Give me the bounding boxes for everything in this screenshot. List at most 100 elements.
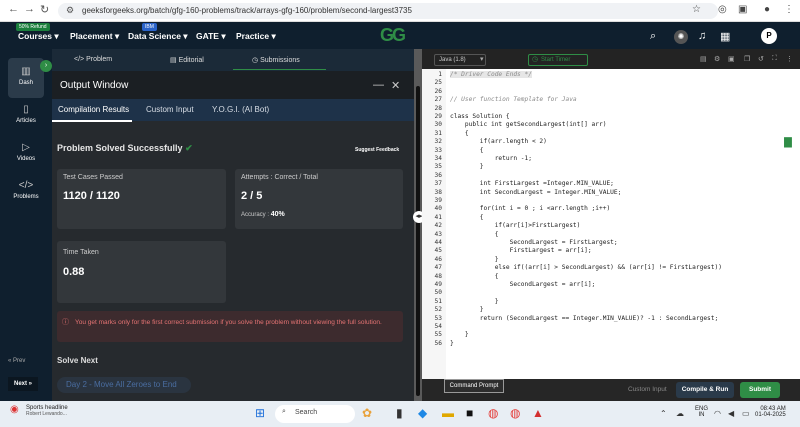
line-number: 54 (434, 323, 442, 330)
tray-overflow-icon[interactable]: ⌃ (660, 409, 667, 418)
terminal-icon[interactable]: ■ (466, 406, 473, 420)
code-line: } (450, 339, 454, 347)
notification-bell-icon[interactable]: ♫ (698, 30, 706, 42)
line-number: 48 (434, 272, 442, 280)
gfg-logo[interactable]: GG (380, 25, 406, 46)
compile-run-button[interactable]: Compile & Run (676, 382, 734, 398)
volume-icon[interactable]: ◀ (728, 409, 734, 418)
code-line: public int getSecondLargest(int[] arr) (450, 121, 607, 129)
windows-start-icon[interactable]: ⊞ (255, 406, 265, 420)
system-clock[interactable]: 08:43 AM 01-04-2025 (755, 406, 786, 418)
lang-region: IN (698, 412, 705, 418)
copy-icon[interactable]: ❐ (744, 55, 750, 63)
tab-compilation-results[interactable]: Compilation Results (58, 105, 129, 114)
tab-submissions[interactable]: ◷ Submissions (252, 56, 300, 64)
clock-icon: ◷ (252, 57, 261, 64)
reset-icon[interactable]: ↺ (758, 55, 764, 63)
chat-icon[interactable]: ▇ (776, 132, 800, 154)
task-view-icon[interactable]: ▮ (396, 406, 403, 420)
file-explorer-icon[interactable]: ▬ (442, 406, 454, 420)
news-subtitle: Robert Lewando... (26, 411, 67, 417)
test-cases-value: 1120 / 1120 (63, 190, 120, 202)
code-line: return -1; (450, 155, 532, 162)
back-icon[interactable]: ← (8, 3, 19, 15)
tab-problem[interactable]: </> Problem (74, 56, 112, 63)
layout-icon[interactable]: ▣ (728, 55, 735, 63)
editorial-icon: ▤ (170, 57, 179, 64)
submit-button[interactable]: Submit (740, 382, 780, 398)
address-bar[interactable]: ⚙ geeksforgeeks.org/batch/gfg-160-proble… (58, 3, 718, 19)
file-icon[interactable]: ▤ (700, 55, 707, 63)
expand-arrow-icon[interactable]: › (40, 60, 52, 72)
nav-data-science[interactable]: Data Science ▾ (128, 31, 188, 42)
line-number: 30 (434, 121, 442, 129)
news-widget-icon[interactable]: ◉ (10, 404, 19, 415)
url-text: geeksforgeeks.org/batch/gfg-160-problems… (82, 6, 412, 15)
more-icon[interactable]: ⋮ (786, 55, 793, 63)
menu-icon[interactable]: ⋮ (784, 4, 794, 15)
news-widget[interactable]: Sports headline Robert Lewando... (26, 405, 68, 417)
reload-icon[interactable]: ↻ (40, 3, 49, 16)
settings-icon[interactable]: ⚙ (714, 55, 720, 63)
line-number: 34 (434, 155, 442, 162)
nav-gate[interactable]: GATE ▾ (196, 31, 226, 42)
pdf-reader-icon[interactable]: ▲ (532, 406, 544, 420)
line-number: 46 (434, 255, 442, 263)
taskbar-search[interactable]: ⌕ Search (275, 405, 355, 423)
cloud-icon[interactable]: ☁ (676, 409, 684, 418)
language-select[interactable]: Java (1.8) (434, 54, 486, 66)
custom-input-toggle[interactable]: Custom Input (628, 386, 667, 393)
line-number: 53 (434, 314, 442, 322)
language-indicator[interactable]: ENG IN (695, 406, 708, 418)
bookmark-star-icon[interactable]: ☆ (692, 4, 701, 15)
code-line: int FirstLargest =Integer.MIN_VALUE; (450, 180, 614, 188)
code-line: { (450, 213, 484, 221)
rail-label-articles: Articles (16, 118, 36, 124)
nav-practice[interactable]: Practice ▾ (236, 31, 276, 42)
widget-flowers-icon[interactable]: ✿ (362, 406, 372, 420)
line-gutter: 1 25 26 27 28 29 30 31 32 33 34 35 36 37 38 39 40 41 42 43 4… (422, 69, 446, 379)
rail-item-problems[interactable]: </> Problems (4, 180, 48, 200)
tab-custom-input[interactable]: Custom Input (146, 105, 194, 114)
browser-toolbar: ← → ↻ ⚙ geeksforgeeks.org/batch/gfg-160-… (0, 0, 800, 22)
tab-editorial-label: Editorial (178, 57, 204, 64)
camera-icon[interactable]: ◎ (718, 4, 727, 15)
warning-banner: ⓘ You get marks only for the first corre… (57, 311, 403, 342)
tab-editorial[interactable]: ▤ Editorial (170, 56, 204, 64)
code-line: } (450, 297, 499, 305)
line-number: 43 (434, 230, 442, 238)
suggest-feedback-link[interactable]: Suggest Feedback (355, 147, 399, 153)
close-icon[interactable]: ✕ (391, 79, 400, 92)
site-info-icon[interactable]: ⚙ (66, 5, 74, 16)
battery-icon[interactable]: ▭ (742, 409, 750, 418)
video-icon: ▷ (22, 142, 30, 153)
nav-placement[interactable]: Placement ▾ (70, 31, 119, 42)
extensions-icon[interactable]: ▣ (738, 4, 747, 15)
vscode-icon[interactable]: ◆ (418, 406, 427, 420)
rail-item-articles[interactable]: ▯ Articles (4, 104, 48, 124)
next-button[interactable]: Next » (8, 377, 38, 391)
fullscreen-icon[interactable]: ⛶ (772, 55, 777, 63)
minimize-icon[interactable]: — (373, 79, 384, 91)
search-icon[interactable]: ⌕ (650, 30, 656, 43)
apps-icon[interactable]: ▦ (720, 30, 730, 43)
chrome-profile-icon[interactable]: ◍ (510, 406, 520, 420)
forward-icon[interactable]: → (24, 3, 35, 15)
chrome-icon[interactable]: ◍ (488, 406, 498, 420)
line-number: 31 (434, 129, 442, 137)
code-editor[interactable]: 1 25 26 27 28 29 30 31 32 33 34 35 36 37 38 39 40 41 42 43 4… (422, 69, 800, 379)
output-scrollbar[interactable] (416, 86, 420, 396)
code-line: } (450, 163, 484, 171)
tab-yogi-ai-bot[interactable]: Y.O.G.I. (AI Bot) (212, 105, 269, 114)
problem-tabs: </> Problem ▤ Editorial ◷ Submissions (52, 49, 414, 71)
taskbar-search-label: Search (295, 409, 318, 416)
next-problem-button[interactable]: Day 2 - Move All Zeroes to End (57, 377, 191, 393)
line-number: 50 (434, 289, 442, 297)
nav-courses[interactable]: Courses ▾ (18, 31, 59, 42)
prev-button[interactable]: « Prev (8, 358, 25, 364)
profile-icon[interactable]: ● (764, 4, 770, 15)
avatar[interactable]: P (761, 28, 777, 44)
wifi-icon[interactable]: ◠ (714, 409, 721, 418)
rail-item-videos[interactable]: ▷ Videos (4, 142, 48, 162)
theme-toggle-icon[interactable]: ✺ (674, 30, 688, 44)
